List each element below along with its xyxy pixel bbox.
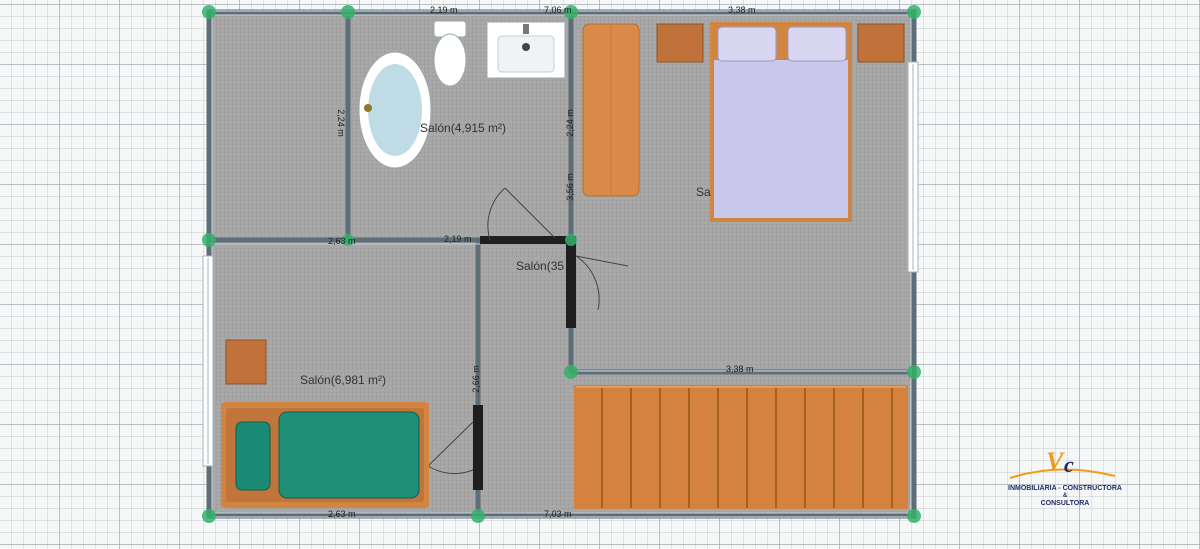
dim-mid-b: 2,19 m xyxy=(444,234,472,244)
dim-top-a: 2,19 m xyxy=(430,5,458,15)
nightstand-left xyxy=(656,23,704,63)
dim-mid-c: 3,38 m xyxy=(726,364,754,374)
dim-mid-a: 2,63 m xyxy=(328,236,356,246)
room-label-master: Sa xyxy=(696,185,711,199)
dim-v-c: 3,56 m xyxy=(564,173,575,201)
brand-line-2: & xyxy=(1062,493,1068,499)
room-label-bath: Salón(4,915 m²) xyxy=(420,121,507,135)
svg-text:V: V xyxy=(1046,447,1066,476)
dim-bot-a: 2,63 m xyxy=(328,509,356,519)
bathtub xyxy=(358,51,432,169)
dim-top-c: 3,38 m xyxy=(728,5,756,15)
dim-bot-b: 7,03 m xyxy=(544,509,572,519)
svg-text:c: c xyxy=(1064,452,1074,477)
room-label-hall: Salón(35 xyxy=(516,259,565,273)
toilet xyxy=(433,20,467,87)
hall-floor xyxy=(478,240,571,516)
single-bed xyxy=(221,402,429,508)
partition-wall-3 xyxy=(473,405,483,490)
double-bed xyxy=(710,22,852,222)
dim-top-b: 7,06 m xyxy=(544,5,572,15)
dim-v-d: 2,66 m xyxy=(470,365,481,393)
dim-v-a: 2,24 m xyxy=(335,109,346,137)
stair-treads xyxy=(574,388,908,508)
plan-canvas[interactable]: Salón(4,915 m²) Salón(6,981 m²) Salón(35… xyxy=(0,0,1200,549)
dim-v-b: 2,24 m xyxy=(564,109,575,137)
nightstand-right xyxy=(857,23,905,63)
partition-wall xyxy=(480,236,572,244)
vc-logo-icon: V c xyxy=(1009,447,1116,479)
brand-line-1: INMOBILIARIA - CONSTRUCTORA xyxy=(1008,485,1122,492)
room-label-bedroom: Salón(6,981 m²) xyxy=(300,373,387,387)
nightstand-small xyxy=(225,339,267,385)
brand-line-3: CONSULTORA xyxy=(1040,500,1090,507)
sink xyxy=(486,21,566,79)
partition-wall-2 xyxy=(566,236,576,328)
brand-logo: V c INMOBILIARIA - CONSTRUCTORA & CONSUL… xyxy=(1000,440,1130,520)
